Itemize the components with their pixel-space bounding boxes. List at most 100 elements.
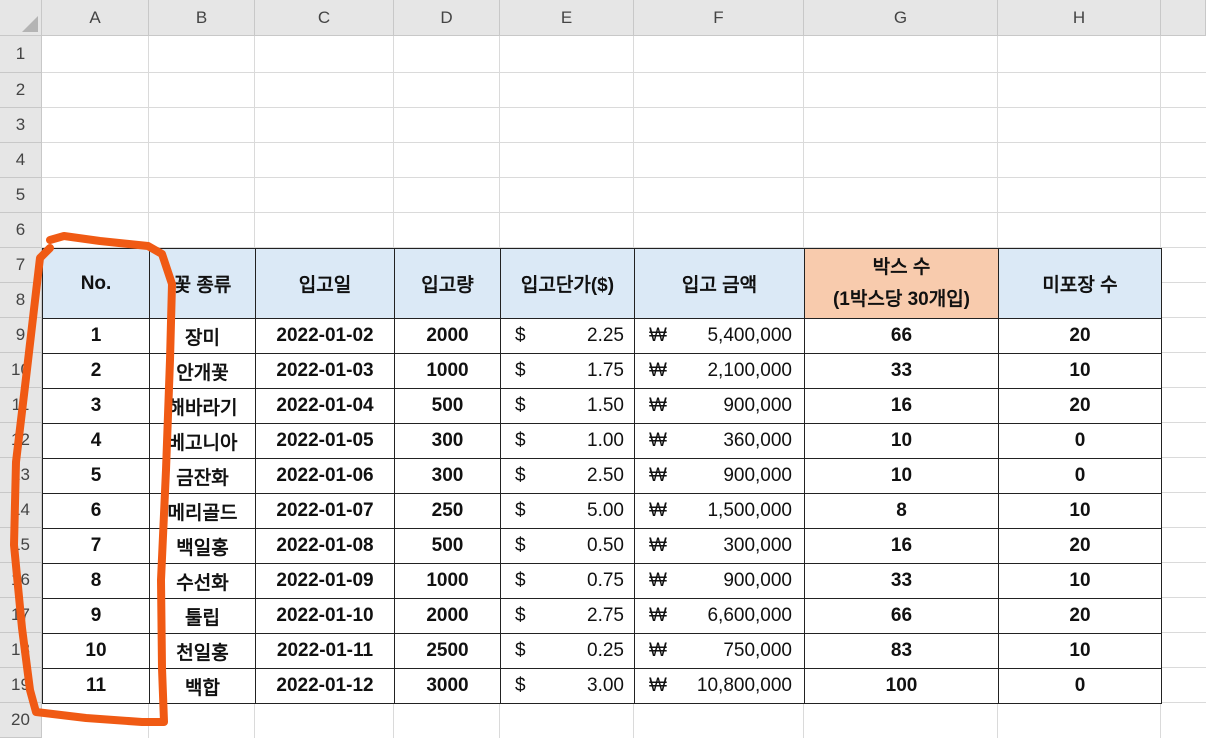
cell-no[interactable]: 11 — [42, 668, 150, 704]
header-unit-price[interactable]: 입고단가($) — [500, 248, 635, 319]
cell-unit-price[interactable]: $1.75 — [500, 353, 635, 389]
header-amount[interactable]: 입고 금액 — [634, 248, 805, 319]
cell-qty[interactable]: 1000 — [394, 353, 501, 389]
column-header-h[interactable]: H — [998, 0, 1161, 36]
cell-unpacked[interactable]: 20 — [998, 318, 1162, 354]
cell-amount[interactable]: ₩10,800,000 — [634, 668, 805, 704]
header-box-count[interactable]: 박스 수 (1박스당 30개입) — [804, 248, 999, 319]
cell-date[interactable]: 2022-01-02 — [255, 318, 395, 354]
cell-qty[interactable]: 500 — [394, 528, 501, 564]
cell-amount[interactable]: ₩900,000 — [634, 563, 805, 599]
cell-unit-price[interactable]: $0.50 — [500, 528, 635, 564]
column-header-b[interactable]: B — [149, 0, 255, 36]
cell-unpacked[interactable]: 0 — [998, 423, 1162, 459]
row-header-12[interactable]: 12 — [0, 423, 42, 458]
cell-date[interactable]: 2022-01-03 — [255, 353, 395, 389]
cell-date[interactable]: 2022-01-12 — [255, 668, 395, 704]
row-header-15[interactable]: 15 — [0, 528, 42, 563]
cell-unpacked[interactable]: 10 — [998, 633, 1162, 669]
row-header-3[interactable]: 3 — [0, 108, 42, 143]
cell-qty[interactable]: 2500 — [394, 633, 501, 669]
cell-qty[interactable]: 3000 — [394, 668, 501, 704]
row-header-16[interactable]: 16 — [0, 563, 42, 598]
cell-unpacked[interactable]: 0 — [998, 668, 1162, 704]
row-header-1[interactable]: 1 — [0, 36, 42, 73]
column-header-c[interactable]: C — [255, 0, 394, 36]
row-header-19[interactable]: 19 — [0, 668, 42, 703]
cell-box-count[interactable]: 33 — [804, 353, 999, 389]
select-all-corner[interactable] — [0, 0, 42, 36]
cell-amount[interactable]: ₩5,400,000 — [634, 318, 805, 354]
cell-unit-price[interactable]: $2.75 — [500, 598, 635, 634]
cell-unit-price[interactable]: $0.25 — [500, 633, 635, 669]
header-date[interactable]: 입고일 — [255, 248, 395, 319]
cell-box-count[interactable]: 16 — [804, 528, 999, 564]
cell-box-count[interactable]: 8 — [804, 493, 999, 529]
cell-unit-price[interactable]: $2.50 — [500, 458, 635, 494]
cell-date[interactable]: 2022-01-11 — [255, 633, 395, 669]
cell-amount[interactable]: ₩750,000 — [634, 633, 805, 669]
cell-no[interactable]: 2 — [42, 353, 150, 389]
cell-date[interactable]: 2022-01-06 — [255, 458, 395, 494]
header-no[interactable]: No. — [42, 248, 150, 319]
cell-no[interactable]: 4 — [42, 423, 150, 459]
cell-no[interactable]: 7 — [42, 528, 150, 564]
cell-unpacked[interactable]: 10 — [998, 493, 1162, 529]
column-header-e[interactable]: E — [500, 0, 634, 36]
row-header-7[interactable]: 7 — [0, 248, 42, 283]
cell-unit-price[interactable]: $1.50 — [500, 388, 635, 424]
cell-amount[interactable]: ₩6,600,000 — [634, 598, 805, 634]
cell-qty[interactable]: 250 — [394, 493, 501, 529]
row-header-8[interactable]: 8 — [0, 283, 42, 318]
row-header-14[interactable]: 14 — [0, 493, 42, 528]
cell-unpacked[interactable]: 20 — [998, 528, 1162, 564]
row-header-5[interactable]: 5 — [0, 178, 42, 213]
cell-flower[interactable]: 메리골드 — [149, 493, 256, 529]
cell-box-count[interactable]: 16 — [804, 388, 999, 424]
cell-unpacked[interactable]: 10 — [998, 353, 1162, 389]
cell-no[interactable]: 6 — [42, 493, 150, 529]
row-header-2[interactable]: 2 — [0, 73, 42, 108]
row-header-9[interactable]: 9 — [0, 318, 42, 353]
column-header-d[interactable]: D — [394, 0, 500, 36]
row-header-13[interactable]: 13 — [0, 458, 42, 493]
cell-unpacked[interactable]: 0 — [998, 458, 1162, 494]
row-header-18[interactable]: 18 — [0, 633, 42, 668]
cell-unit-price[interactable]: $2.25 — [500, 318, 635, 354]
header-unpacked[interactable]: 미포장 수 — [998, 248, 1162, 319]
cell-flower[interactable]: 베고니아 — [149, 423, 256, 459]
cell-qty[interactable]: 2000 — [394, 598, 501, 634]
cell-unit-price[interactable]: $1.00 — [500, 423, 635, 459]
cell-flower[interactable]: 장미 — [149, 318, 256, 354]
column-header-g[interactable]: G — [804, 0, 998, 36]
cell-date[interactable]: 2022-01-08 — [255, 528, 395, 564]
cell-qty[interactable]: 1000 — [394, 563, 501, 599]
cell-flower[interactable]: 해바라기 — [149, 388, 256, 424]
cell-flower[interactable]: 금잔화 — [149, 458, 256, 494]
cell-date[interactable]: 2022-01-10 — [255, 598, 395, 634]
cell-date[interactable]: 2022-01-04 — [255, 388, 395, 424]
cell-no[interactable]: 5 — [42, 458, 150, 494]
cell-amount[interactable]: ₩900,000 — [634, 458, 805, 494]
cell-no[interactable]: 10 — [42, 633, 150, 669]
column-header-blank[interactable] — [1161, 0, 1206, 36]
row-header-11[interactable]: 11 — [0, 388, 42, 423]
cell-amount[interactable]: ₩2,100,000 — [634, 353, 805, 389]
cell-date[interactable]: 2022-01-05 — [255, 423, 395, 459]
cell-box-count[interactable]: 100 — [804, 668, 999, 704]
cell-flower[interactable]: 백합 — [149, 668, 256, 704]
cell-flower[interactable]: 천일홍 — [149, 633, 256, 669]
column-header-f[interactable]: F — [634, 0, 804, 36]
cell-no[interactable]: 8 — [42, 563, 150, 599]
header-qty[interactable]: 입고량 — [394, 248, 501, 319]
cell-box-count[interactable]: 33 — [804, 563, 999, 599]
row-header-4[interactable]: 4 — [0, 143, 42, 178]
cell-date[interactable]: 2022-01-07 — [255, 493, 395, 529]
cell-unpacked[interactable]: 20 — [998, 388, 1162, 424]
cell-qty[interactable]: 300 — [394, 458, 501, 494]
column-header-a[interactable]: A — [42, 0, 149, 36]
cell-box-count[interactable]: 66 — [804, 598, 999, 634]
row-header-6[interactable]: 6 — [0, 213, 42, 248]
cell-no[interactable]: 1 — [42, 318, 150, 354]
cell-amount[interactable]: ₩1,500,000 — [634, 493, 805, 529]
